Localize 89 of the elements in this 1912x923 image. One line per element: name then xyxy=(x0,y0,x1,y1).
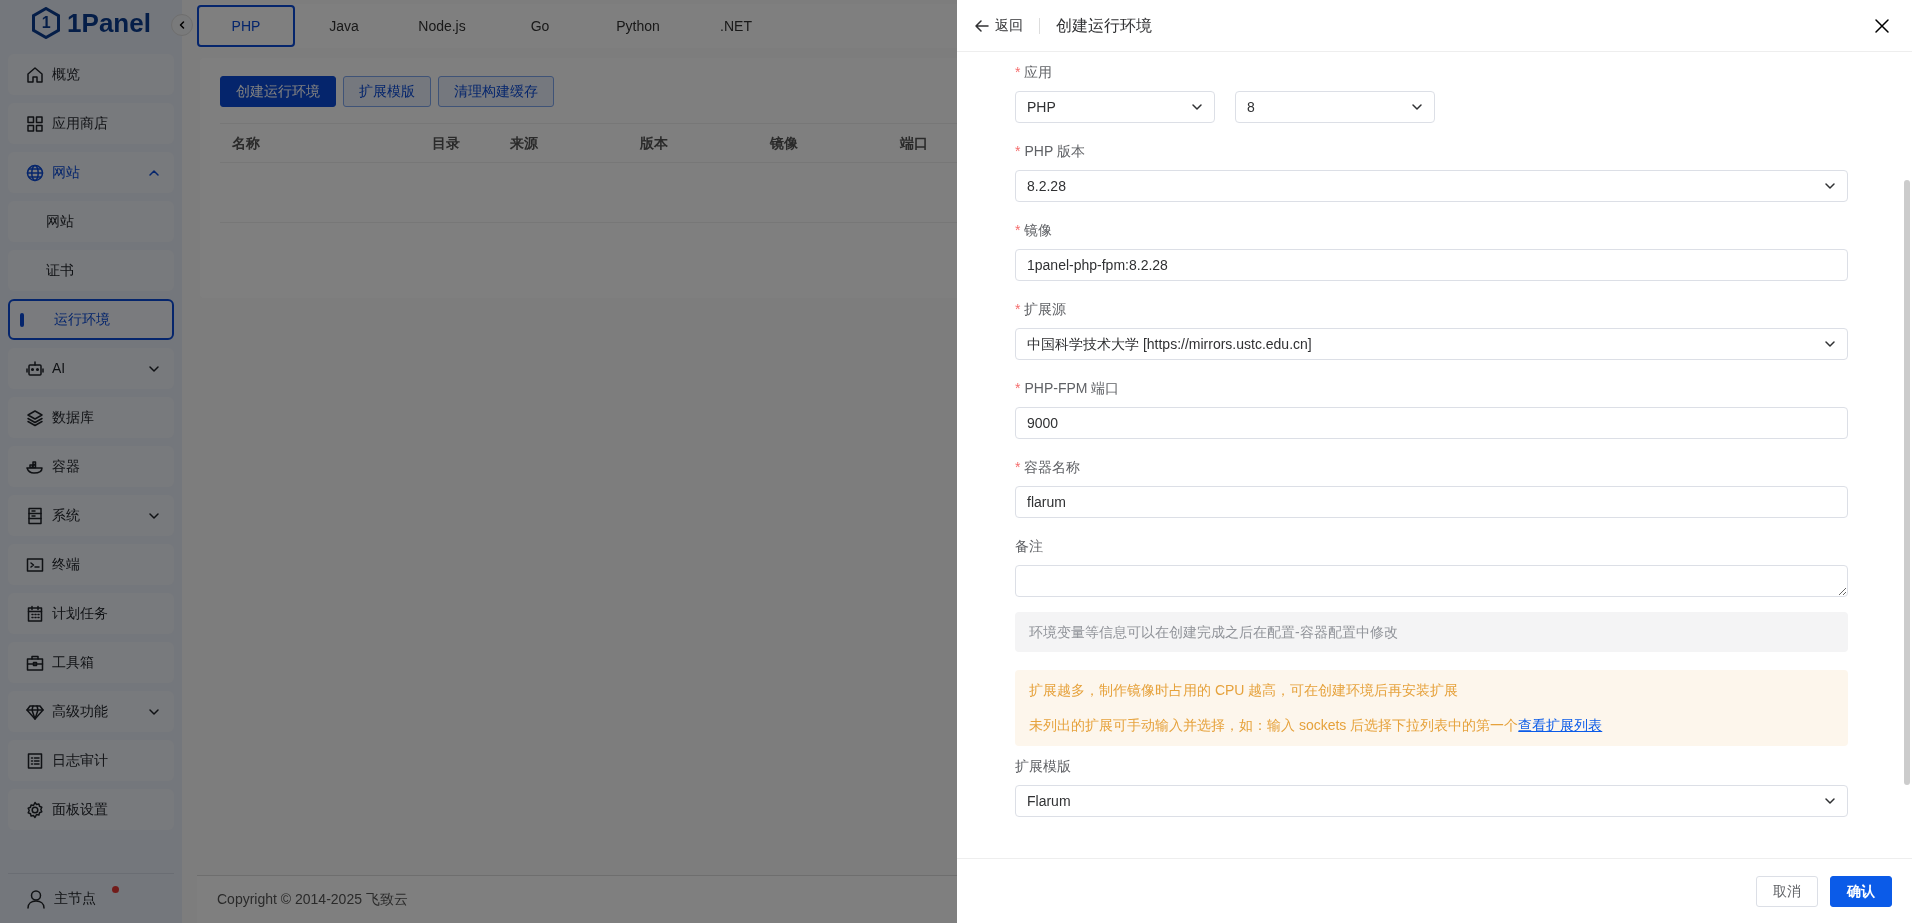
sidebar-item[interactable]: 高级功能 xyxy=(8,691,174,732)
collapse-button[interactable] xyxy=(171,14,193,36)
caret-icon xyxy=(1411,101,1423,113)
column-header: 目录 xyxy=(431,133,461,153)
column-header: 端口 xyxy=(899,133,929,153)
extension-list-link[interactable]: 查看扩展列表 xyxy=(1518,717,1603,733)
select-field[interactable]: Flarum xyxy=(1015,785,1848,817)
caret-icon xyxy=(1824,180,1836,192)
column-header: 来源 xyxy=(509,133,539,153)
required-mark: * xyxy=(1015,220,1021,240)
field-label: PHP 版本 xyxy=(1024,141,1085,161)
select-field[interactable]: 8 xyxy=(1235,91,1435,123)
input-field[interactable]: flarum xyxy=(1015,486,1848,518)
caret-icon xyxy=(1824,795,1836,807)
field-label: 扩展源 xyxy=(1024,299,1067,319)
confirm-button[interactable]: 确认 xyxy=(1830,875,1892,907)
required-mark: * xyxy=(1015,457,1021,477)
node-label[interactable]: 主节点 xyxy=(54,888,96,909)
layers-icon xyxy=(26,408,44,427)
back-button[interactable]: 返回 xyxy=(975,15,1023,36)
column-header: 版本 xyxy=(639,133,669,153)
field-label: 镜像 xyxy=(1024,220,1053,240)
tab[interactable]: Java xyxy=(295,5,393,47)
home-icon xyxy=(26,65,44,84)
sidebar-item[interactable]: 计划任务 xyxy=(8,593,174,634)
sidebar-item[interactable]: 数据库 xyxy=(8,397,174,438)
grid-icon xyxy=(26,114,44,133)
arrow-left-icon xyxy=(975,18,989,33)
textarea-field[interactable] xyxy=(1015,565,1848,597)
warning-text: 未列出的扩展可手动输入并选择，如：输入 sockets 后选择下拉列表中的第一个查看扩展列表 xyxy=(1029,716,1604,735)
field-label: 备注 xyxy=(1015,536,1043,556)
caret-icon xyxy=(1191,101,1203,113)
close-button[interactable] xyxy=(1874,17,1890,34)
column-header: 镜像 xyxy=(768,133,799,153)
terminal-icon xyxy=(26,555,44,574)
scrollbar[interactable] xyxy=(1904,180,1910,785)
select-field[interactable]: PHP xyxy=(1015,91,1215,123)
sidebar-item[interactable]: 容器 xyxy=(8,446,174,487)
user-icon xyxy=(26,888,46,909)
field-label: 扩展模版 xyxy=(1015,756,1071,776)
required-mark: * xyxy=(1015,378,1021,398)
input-field[interactable]: 9000 xyxy=(1015,407,1848,439)
globe-icon xyxy=(26,163,44,182)
tab[interactable]: PHP xyxy=(197,5,295,47)
toolbar-button[interactable]: 创建运行环境 xyxy=(220,76,336,107)
required-mark: * xyxy=(1015,299,1021,319)
sidebar-item[interactable]: 应用商店 xyxy=(8,103,174,144)
logo-icon: 1 xyxy=(31,7,62,39)
sidebar-item[interactable]: 终端 xyxy=(8,544,174,585)
sidebar-item[interactable]: 网站 xyxy=(8,152,174,193)
list-icon xyxy=(26,751,44,770)
cancel-button[interactable]: 取消 xyxy=(1756,875,1818,907)
field-label: 应用 xyxy=(1024,62,1053,82)
tab[interactable]: Node.js xyxy=(393,5,491,47)
toolbox-icon xyxy=(26,653,44,672)
toolbar-button[interactable]: 扩展模版 xyxy=(343,76,431,107)
sidebar-item[interactable]: 面板设置 xyxy=(8,789,174,830)
gear-icon xyxy=(26,800,44,819)
field-label: 容器名称 xyxy=(1024,457,1081,477)
close-icon xyxy=(1874,17,1890,34)
required-mark: * xyxy=(1015,141,1021,161)
sidebar-subitem[interactable]: 网站 xyxy=(8,201,174,242)
select-field[interactable]: 8.2.28 xyxy=(1015,170,1848,202)
column-header: 名称 xyxy=(231,133,261,153)
sidebar-item[interactable]: 系统 xyxy=(8,495,174,536)
robot-icon xyxy=(26,359,44,378)
chevron-left-icon xyxy=(177,20,187,30)
info-note: 环境变量等信息可以在创建完成之后在配置-容器配置中修改 xyxy=(1015,612,1848,652)
server-icon xyxy=(26,506,44,525)
tab[interactable]: Go xyxy=(491,5,589,47)
warning-text: 扩展越多，制作镜像时占用的 CPU 越高，可在创建环境后再安装扩展 xyxy=(1029,681,1460,700)
sidebar-subitem[interactable]: 证书 xyxy=(8,250,174,291)
tab[interactable]: Python xyxy=(589,5,687,47)
sidebar-subitem[interactable]: 运行环境 xyxy=(8,299,174,340)
toolbar-button[interactable]: 清理构建缓存 xyxy=(438,76,554,107)
field-label: PHP-FPM 端口 xyxy=(1024,378,1120,398)
diamond-icon xyxy=(26,702,44,721)
select-field[interactable]: 中国科学技术大学 [https://mirrors.ustc.edu.cn] xyxy=(1015,328,1848,360)
required-mark: * xyxy=(1015,62,1021,82)
logo-text: 1Panel xyxy=(67,6,151,40)
caret-icon xyxy=(1824,338,1836,350)
sidebar-item[interactable]: 概览 xyxy=(8,54,174,95)
calendar-icon xyxy=(26,604,44,623)
sidebar-item[interactable]: AI xyxy=(8,348,174,389)
input-field[interactable]: 1panel-php-fpm:8.2.28 xyxy=(1015,249,1848,281)
sidebar-item[interactable]: 工具箱 xyxy=(8,642,174,683)
drawer-title: 创建运行环境 xyxy=(1056,15,1152,36)
tab[interactable]: .NET xyxy=(687,5,785,47)
sidebar-item[interactable]: 日志审计 xyxy=(8,740,174,781)
